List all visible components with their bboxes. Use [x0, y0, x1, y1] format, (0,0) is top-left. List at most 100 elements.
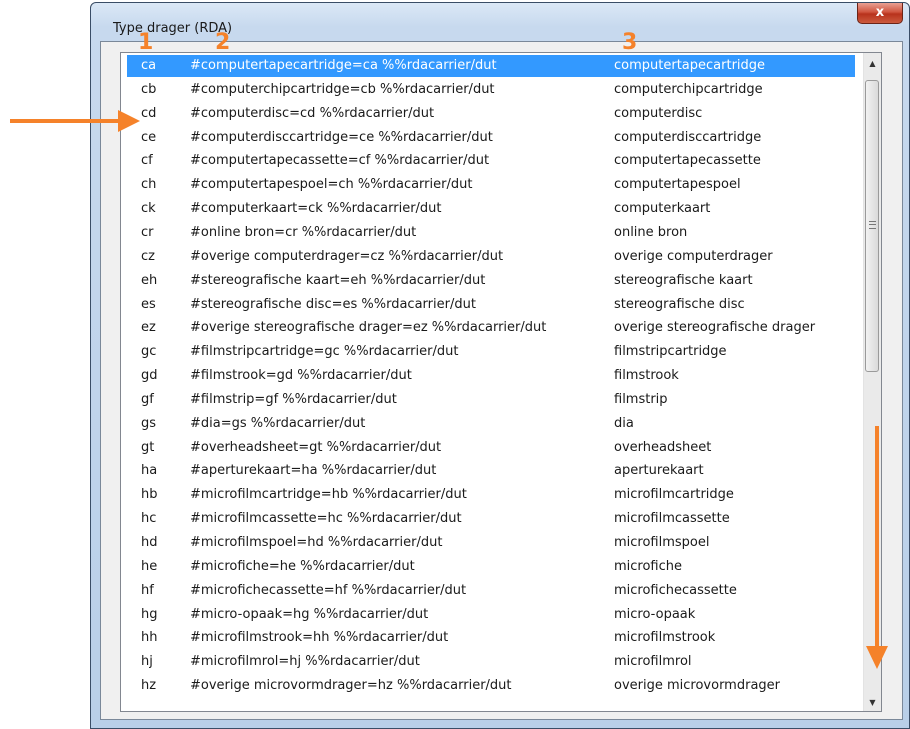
scroll-down-arrow-icon[interactable]: ▼	[864, 694, 881, 711]
list-item[interactable]: gd #filmstrook=gd %%rdacarrier/dut filmstr…	[127, 365, 855, 387]
list-item-definition: #overheadsheet=gt %%rdacarrier/dut	[190, 439, 442, 455]
list-item-code: hj	[141, 654, 153, 670]
list-item-code: cr	[141, 224, 154, 240]
carrier-type-list[interactable]: hz #overige microvormdrager=hz %%rdacarri…	[120, 52, 882, 712]
list-item[interactable]: cb #computerchipcartridge=cb %%rdacarrier…	[127, 79, 855, 101]
list-item[interactable]: cf #computertapecassette=cf %%rdacarrier/…	[127, 150, 855, 172]
list-item[interactable]: gc #filmstripcartridge=gc %%rdacarrier/du…	[127, 341, 855, 363]
list-item[interactable]: hc #microfilmcassette=hc %%rdacarrier/dut…	[127, 508, 855, 530]
list-item-definition: #stereografische disc=es %%rdacarrier/du…	[190, 296, 476, 312]
list-item-definition: #dia=gs %%rdacarrier/dut	[190, 415, 366, 431]
list-item-label: microfilmspoel	[614, 535, 710, 550]
list-item-definition: #computertapespoel=ch %%rdacarrier/dut	[190, 177, 473, 193]
grip-icon	[869, 221, 876, 229]
list-item-code: gc	[141, 344, 157, 360]
list-item-definition: #microfilmcassette=hc %%rdacarrier/dut	[190, 511, 462, 527]
list-item-definition: #computerdisccartridge=ce %%rdacarrier/d…	[190, 129, 493, 145]
close-button[interactable]: x	[857, 3, 903, 24]
list-item-label: filmstrip	[614, 391, 668, 407]
list-item-label: microfichecassette	[614, 582, 737, 598]
list-item[interactable]: ce #computerdisccartridge=ce %%rdacarrier…	[127, 127, 855, 149]
list-item-label: filmstrook	[614, 368, 679, 384]
list-item-code: cb	[141, 81, 157, 97]
list-item-code: ez	[141, 320, 156, 336]
list-item-label: computerkaart	[614, 201, 711, 217]
list-item-definition: #microfilmrol=hj %%rdacarrier/dut	[190, 654, 420, 670]
list-item-code: ch	[141, 177, 157, 193]
list-item[interactable]: ch #computertapespoel=ch %%rdacarrier/dut…	[127, 174, 855, 196]
list-item[interactable]: hf #microfichecassette=hf %%rdacarrier/du…	[127, 580, 855, 602]
scrollbar-thumb[interactable]	[865, 80, 879, 372]
list-item[interactable]: he #microfiche=he %%rdacarrier/dut microfi…	[127, 556, 855, 578]
list-item-label: microfilmcartridge	[614, 487, 734, 503]
list-item[interactable]: hh #microfilmstrook=hh %%rdacarrier/dut mi…	[127, 627, 855, 649]
list-item-label: overige microvormdrager	[614, 678, 781, 694]
list-item-code: ce	[141, 129, 157, 145]
list-item-label: computertapecassette	[614, 153, 761, 169]
list-item-definition: #microfiche=he %%rdacarrier/dut	[190, 558, 415, 574]
list-item[interactable]: hb #microfilmcartridge=hb %%rdacarrier/du…	[127, 484, 855, 506]
list-item[interactable]: ca #computertapecartridge=ca %%rdacarrier…	[127, 55, 855, 77]
list-item-code: hc	[141, 511, 157, 527]
list-item-definition: #computerkaart=ck %%rdacarrier/dut	[190, 201, 442, 217]
list-item-definition: #microfilmspoel=hd %%rdacarrier/dut	[190, 535, 443, 550]
list-item-code: eh	[141, 272, 158, 288]
list-item-definition: #computertapecartridge=ca %%rdacarrier/d…	[190, 58, 497, 73]
list-item[interactable]: ck #computerkaart=ck %%rdacarrier/dut comp…	[127, 198, 855, 220]
scroll-up-arrow-icon[interactable]: ▲	[864, 55, 881, 72]
list-item-code: es	[141, 296, 156, 312]
list-item-code: he	[141, 558, 158, 574]
list-item[interactable]: hd #microfilmspoel=hd %%rdacarrier/dut mic…	[127, 532, 855, 554]
list-item[interactable]: ez #overige stereografische drager=ez %%r…	[127, 317, 855, 339]
list-item-label: dia	[614, 415, 634, 431]
list-item-definition: #filmstripcartridge=gc %%rdacarrier/dut	[190, 344, 459, 360]
dialog-client-area: hz #overige microvormdrager=hz %%rdacarri…	[100, 41, 903, 720]
list-item-label: micro-opaak	[614, 606, 696, 622]
column-1-annotation: 1	[138, 30, 154, 55]
list-item-definition: #micro-opaak=hg %%rdacarrier/dut	[190, 606, 429, 622]
list-item-code: hh	[141, 630, 158, 646]
list-item[interactable]: cd #computerdisc=cd %%rdacarrier/dut compu…	[127, 103, 855, 125]
list-item-label: stereografische disc	[614, 296, 745, 312]
list-item[interactable]: cz #overige computerdrager=cz %%rdacarrie…	[127, 246, 855, 268]
list-item[interactable]: cr #online bron=cr %%rdacarrier/dut online…	[127, 222, 855, 244]
list-item[interactable]: ha #aperturekaart=ha %%rdacarrier/dut aper…	[127, 460, 855, 482]
list-item-code: gt	[141, 439, 155, 455]
list-item[interactable]: eh #stereografische kaart=eh %%rdacarrier…	[127, 270, 855, 292]
list-item-label: microfilmcassette	[614, 511, 730, 527]
list-item-definition: #microfichecassette=hf %%rdacarrier/dut	[190, 582, 467, 598]
list-item-code: cd	[141, 105, 157, 121]
list-item[interactable]: es #stereografische disc=es %%rdacarrier/…	[127, 294, 855, 316]
list-item-label: microfilmstrook	[614, 630, 716, 646]
list-item-definition: #microfilmcartridge=hb %%rdacarrier/dut	[190, 487, 467, 503]
list-item-definition: #online bron=cr %%rdacarrier/dut	[190, 224, 417, 240]
list-item[interactable]: gt #overheadsheet=gt %%rdacarrier/dut over…	[127, 437, 855, 459]
list-item[interactable]: hz #overige microvormdrager=hz %%rdacarri…	[127, 675, 855, 697]
list-item-code: ca	[141, 58, 157, 73]
list-item-label: computertapecartridge	[614, 58, 766, 73]
list-item-code: ha	[141, 463, 158, 479]
list-item[interactable]: gf #filmstrip=gf %%rdacarrier/dut filmstri…	[127, 389, 855, 411]
list-item-definition: #computertapecassette=cf %%rdacarrier/du…	[190, 153, 490, 169]
list-item-definition: #overige computerdrager=cz %%rdacarrier/…	[190, 248, 504, 264]
list-item[interactable]: hg #micro-opaak=hg %%rdacarrier/dut micro-…	[127, 604, 855, 626]
right-arrow-annotation-icon	[10, 110, 140, 132]
list-item-label: overige stereografische drager	[614, 320, 816, 336]
list-item-label: overige computerdrager	[614, 248, 773, 264]
list-item-definition: #computerchipcartridge=cb %%rdacarrier/d…	[190, 81, 495, 97]
list-item[interactable]: hj #microfilmrol=hj %%rdacarrier/dut micro…	[127, 651, 855, 673]
list-item-label: microfilmrol	[614, 654, 692, 670]
list-item-definition: #computerdisc=cd %%rdacarrier/dut	[190, 105, 435, 121]
list-item-label: stereografische kaart	[614, 272, 753, 288]
list-item-code: cf	[141, 153, 153, 169]
list-item-code: hd	[141, 535, 158, 550]
dialog-window: Type drager (RDA) x hz #overige microvorm…	[90, 2, 910, 729]
list-item-label: microfiche	[614, 558, 683, 574]
list-item[interactable]: gs #dia=gs %%rdacarrier/dut dia	[127, 413, 855, 435]
list-item-label: online bron	[614, 224, 688, 240]
list-item-label: overheadsheet	[614, 439, 712, 455]
list-item-code: gs	[141, 415, 157, 431]
list-item-label: computertapespoel	[614, 177, 741, 193]
list-item-definition: #overige microvormdrager=hz %%rdacarrier…	[190, 678, 512, 694]
list-item-definition: #stereografische kaart=eh %%rdacarrier/d…	[190, 272, 486, 288]
